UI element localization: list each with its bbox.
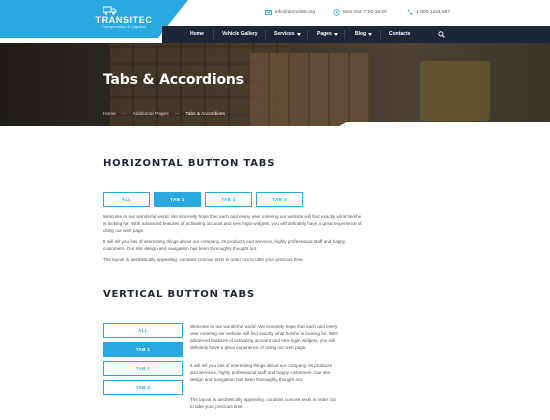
vtab-1[interactable]: TAB 1 bbox=[103, 342, 183, 357]
logo[interactable]: TRANSITEC Transportation & Logistics bbox=[91, 6, 171, 34]
section-title-horizontal: HORIZONTAL BUTTON TABS bbox=[103, 158, 276, 169]
hero-banner bbox=[0, 43, 550, 130]
contact-hours: Mon-Sat: 7:00-19:00 bbox=[333, 9, 387, 16]
nav-label: Services bbox=[274, 31, 295, 37]
horizontal-tab-paragraph: It will tell you lots of interesting thi… bbox=[103, 239, 346, 251]
contact-phone[interactable]: 1-800-1234-567 bbox=[406, 9, 450, 16]
brand-name: TRANSITEC bbox=[95, 15, 153, 25]
nav-divider bbox=[344, 30, 345, 39]
contact-email-text: info@demolink.org bbox=[275, 10, 316, 15]
nav-divider bbox=[380, 30, 381, 39]
truck-icon bbox=[103, 6, 117, 15]
breadcrumb-separator: — bbox=[174, 112, 180, 117]
vtab-2[interactable]: TAB 2 bbox=[103, 361, 183, 376]
vertical-tab-paragraph: Welcome to our wonderful world. We since… bbox=[190, 324, 339, 350]
breadcrumb-link-additional-pages[interactable]: Additional Pages bbox=[133, 112, 169, 117]
nav-item-services[interactable]: Services bbox=[274, 26, 301, 43]
contact-email[interactable]: info@demolink.org bbox=[265, 9, 315, 16]
nav-divider bbox=[265, 30, 266, 39]
tab-3[interactable]: TAB 3 bbox=[256, 192, 303, 207]
contact-bar: info@demolink.org Mon-Sat: 7:00-19:00 1-… bbox=[190, 0, 550, 26]
nav-divider bbox=[213, 30, 214, 39]
vertical-tab-list: ALL TAB 1 TAB 2 TAB 3 bbox=[103, 323, 183, 395]
caret-down-icon bbox=[368, 33, 373, 36]
nav-label: Pages bbox=[317, 31, 332, 37]
nav-item-contacts[interactable]: Contacts bbox=[389, 26, 410, 43]
contact-phone-text: 1-800-1234-567 bbox=[416, 10, 451, 15]
vertical-tab-paragraph: It will tell you lots of interesting thi… bbox=[190, 363, 332, 382]
page-title: Tabs & Accordions bbox=[103, 72, 244, 88]
tab-2[interactable]: TAB 2 bbox=[205, 192, 252, 207]
brand-tagline: Transportation & Logistics bbox=[101, 25, 147, 29]
breadcrumb-separator: — bbox=[121, 112, 127, 117]
nav-divider bbox=[307, 30, 308, 39]
breadcrumb-current: Tabs & Accordions bbox=[185, 112, 225, 117]
nav-label: Blog bbox=[355, 31, 367, 37]
nav-label: Home bbox=[190, 31, 204, 37]
horizontal-tab-list: ALL TAB 1 TAB 2 TAB 3 bbox=[103, 192, 303, 207]
tab-all[interactable]: ALL bbox=[103, 192, 150, 207]
breadcrumb-link-home[interactable]: Home bbox=[103, 112, 116, 117]
nav-label: Contacts bbox=[389, 31, 411, 37]
clock-icon bbox=[333, 9, 340, 16]
hero-overlay bbox=[0, 43, 550, 130]
phone-icon bbox=[407, 9, 413, 15]
caret-down-icon bbox=[333, 33, 338, 36]
horizontal-tab-paragraph: The layout is aesthetically appealing, c… bbox=[103, 257, 304, 262]
horizontal-tab-paragraph: Welcome to our wonderful world. We since… bbox=[103, 214, 362, 233]
section-title-vertical: VERTICAL BUTTON TABS bbox=[103, 289, 255, 300]
breadcrumb: Home — Additional Pages — Tabs & Accordi… bbox=[103, 112, 225, 117]
nav-item-pages[interactable]: Pages bbox=[317, 26, 338, 43]
main-nav: Home Vehicle Gallery Services Pages Blog… bbox=[162, 26, 550, 43]
vertical-tab-paragraph: The layout is aesthetically appealing, c… bbox=[190, 397, 336, 409]
nav-item-vehicle-gallery[interactable]: Vehicle Gallery bbox=[222, 26, 258, 43]
vtab-all[interactable]: ALL bbox=[103, 323, 183, 338]
vtab-3[interactable]: TAB 3 bbox=[103, 380, 183, 395]
nav-item-blog[interactable]: Blog bbox=[355, 26, 373, 43]
caret-down-icon bbox=[296, 33, 301, 36]
tab-1[interactable]: TAB 1 bbox=[154, 192, 201, 207]
contact-hours-text: Mon-Sat: 7:00-19:00 bbox=[343, 10, 387, 15]
mail-icon bbox=[265, 10, 272, 15]
nav-item-home[interactable]: Home bbox=[190, 26, 204, 43]
hero-bottom-edge bbox=[0, 126, 340, 131]
nav-label: Vehicle Gallery bbox=[222, 31, 258, 37]
search-icon[interactable] bbox=[438, 31, 445, 38]
